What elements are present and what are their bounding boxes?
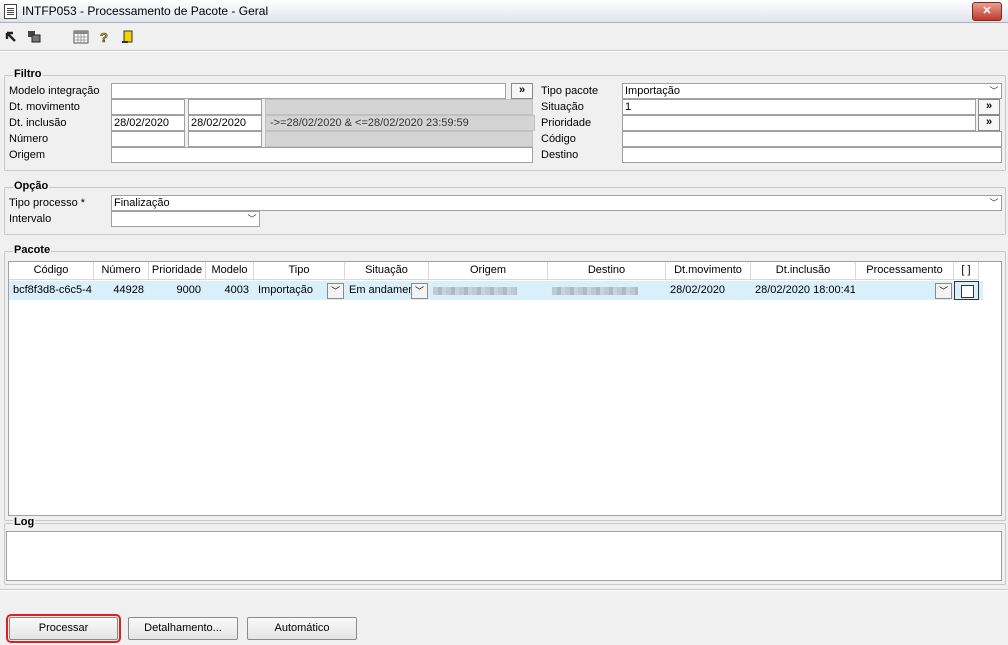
arrow-icon[interactable] [5, 30, 19, 44]
close-button[interactable]: ✕ [972, 2, 1002, 21]
bottom-separator [0, 589, 1008, 591]
pacote-legend: Pacote [13, 244, 52, 256]
prioridade-input[interactable] [622, 115, 976, 131]
tipo-processo-select[interactable]: Finalização ﹀ [111, 195, 1002, 211]
chevron-down-icon: ﹀ [247, 214, 257, 224]
cell-processamento[interactable]: ﹀ [856, 281, 954, 300]
origem-input[interactable] [111, 147, 533, 163]
column-header-codigo[interactable]: Código [9, 262, 94, 280]
cell-select[interactable] [954, 281, 979, 300]
destino-label: Destino [541, 149, 579, 161]
modelo-integracao-lookup-button[interactable]: » [511, 83, 533, 99]
log-legend: Log [13, 516, 36, 528]
filtro-legend: Filtro [13, 68, 43, 80]
redacted-text [433, 287, 517, 295]
svg-text:?: ? [100, 30, 108, 44]
dt-inclusao-to-input[interactable]: 28/02/2020 [188, 115, 262, 131]
codigo-input[interactable] [622, 131, 1002, 147]
modelo-integracao-label: Modelo integração [9, 85, 100, 97]
cell-situacao-value: Em andamen [349, 284, 411, 296]
origem-label: Origem [9, 149, 46, 161]
chevron-down-icon[interactable]: ﹀ [411, 283, 428, 299]
column-header-tipo[interactable]: Tipo [254, 262, 345, 280]
column-header-origem[interactable]: Origem [429, 262, 548, 280]
prioridade-lookup-button[interactable]: » [978, 115, 1000, 131]
title-bar: INTFP053 - Processamento de Pacote - Ger… [0, 0, 1008, 23]
modelo-integracao-input[interactable] [111, 83, 506, 99]
intervalo-label: Intervalo [9, 213, 52, 225]
exit-icon[interactable] [121, 30, 135, 44]
column-header-numero[interactable]: Número [94, 262, 149, 280]
intervalo-select[interactable]: ﹀ [111, 211, 260, 227]
cell-codigo: bcf8f3d8-c6c5-4 [9, 281, 94, 300]
chevron-down-icon[interactable]: ﹀ [935, 283, 952, 299]
chevron-down-icon: ﹀ [989, 86, 999, 96]
opcao-legend: Opção [13, 180, 50, 192]
redacted-text [552, 287, 638, 295]
situacao-input[interactable]: 1 [622, 99, 976, 115]
pacote-grid: Código Número Prioridade Modelo Tipo Sit… [8, 261, 1002, 516]
dt-inclusao-from-input[interactable]: 28/02/2020 [111, 115, 185, 131]
windows-icon[interactable] [27, 30, 41, 44]
tipo-pacote-value: Importação [625, 85, 681, 97]
chevron-down-icon[interactable]: ﹀ [327, 283, 344, 299]
column-header-dt-inclusao[interactable]: Dt.inclusão [751, 262, 856, 280]
dt-movimento-from-input[interactable] [111, 99, 185, 115]
column-header-destino[interactable]: Destino [548, 262, 666, 280]
cell-destino [548, 281, 666, 300]
processar-button[interactable]: Processar [6, 614, 121, 643]
cell-situacao[interactable]: Em andamen ﹀ [345, 281, 429, 300]
help-icon[interactable]: ? [97, 30, 111, 46]
numero-to-input[interactable] [188, 131, 262, 147]
cell-modelo: 4003 [206, 281, 254, 300]
document-icon [4, 4, 17, 19]
situacao-label: Situação [541, 101, 584, 113]
dt-inclusao-expression: ->=28/02/2020 & <=28/02/2020 23:59:59 [265, 115, 535, 131]
toolbar: ? [0, 28, 1008, 48]
cell-dt-movimento: 28/02/2020 [666, 281, 751, 300]
numero-expression [265, 131, 533, 147]
table-row[interactable]: bcf8f3d8-c6c5-4 44928 9000 4003 Importaç… [9, 281, 983, 300]
column-header-modelo[interactable]: Modelo [206, 262, 254, 280]
dt-movimento-label: Dt. movimento [9, 101, 80, 113]
tipo-pacote-select[interactable]: Importação ﹀ [622, 83, 1002, 99]
cell-tipo-value: Importação [258, 284, 314, 296]
tipo-processo-label: Tipo processo * [9, 197, 86, 209]
codigo-label: Código [541, 133, 576, 145]
prioridade-label: Prioridade [541, 117, 592, 129]
toolbar-separator [0, 50, 1008, 52]
dt-movimento-expression [265, 99, 533, 115]
detalhamento-button[interactable]: Detalhamento... [128, 617, 238, 640]
chevron-down-icon: ﹀ [989, 198, 999, 208]
cell-numero: 44928 [94, 281, 149, 300]
column-header-prioridade[interactable]: Prioridade [149, 262, 206, 280]
cell-origem [429, 281, 548, 300]
numero-from-input[interactable] [111, 131, 185, 147]
column-header-select-all[interactable]: [ ] [954, 262, 979, 280]
column-header-dt-movimento[interactable]: Dt.movimento [666, 262, 751, 280]
destino-input[interactable] [622, 147, 1002, 163]
dt-inclusao-label: Dt. inclusão [9, 117, 67, 129]
tipo-pacote-label: Tipo pacote [541, 85, 599, 97]
log-textarea[interactable] [6, 531, 1002, 581]
calendar-icon[interactable] [73, 30, 89, 44]
cell-prioridade: 9000 [149, 281, 206, 300]
column-header-situacao[interactable]: Situação [345, 262, 429, 280]
window-title: INTFP053 - Processamento de Pacote - Ger… [22, 4, 269, 18]
cell-tipo[interactable]: Importação ﹀ [254, 281, 345, 300]
automatico-button[interactable]: Automático [247, 617, 357, 640]
tipo-processo-value: Finalização [114, 197, 170, 209]
situacao-lookup-button[interactable]: » [978, 99, 1000, 115]
cell-dt-inclusao: 28/02/2020 18:00:41 [751, 281, 856, 300]
numero-label: Número [9, 133, 49, 145]
dt-movimento-to-input[interactable] [188, 99, 262, 115]
column-header-processamento[interactable]: Processamento [856, 262, 954, 280]
row-checkbox[interactable] [961, 285, 974, 298]
